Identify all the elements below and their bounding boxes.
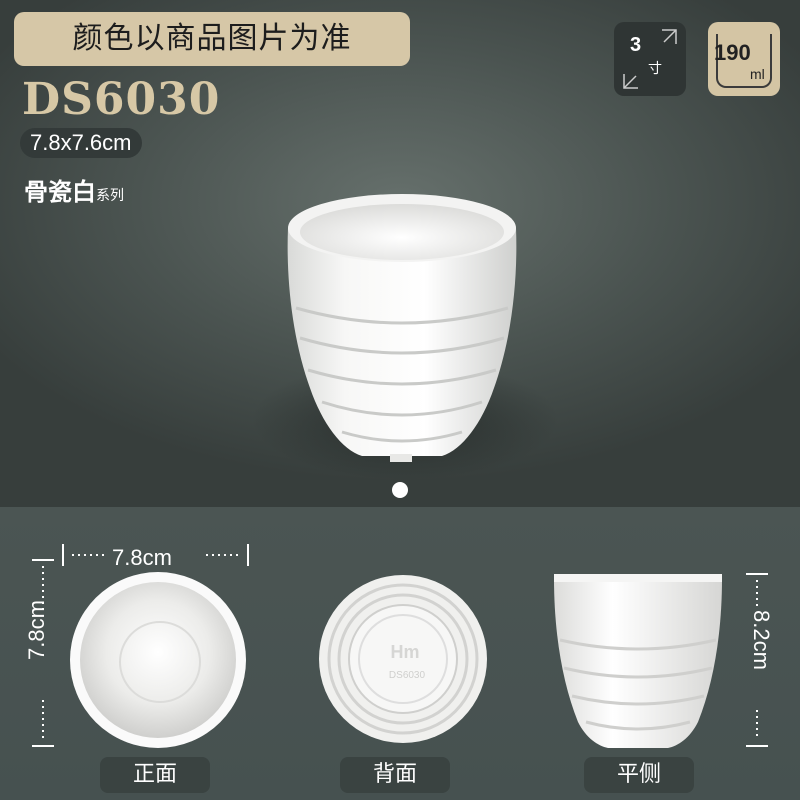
series-sub: 系列: [96, 188, 124, 204]
hero-cup-image: [287, 194, 517, 462]
side-view-image: [554, 574, 722, 748]
model-number: DS6030: [22, 74, 221, 125]
color-notice-banner: 颜色以商品图片为准: [14, 12, 410, 66]
back-stamp-logo: Hm: [390, 642, 420, 662]
size-badge-number: 3: [630, 34, 642, 56]
volume-badge-unit: ml: [750, 66, 765, 82]
size-badge-unit: 寸: [648, 61, 662, 77]
volume-badge: 190 ml: [708, 22, 780, 96]
size-badge: 3 寸: [614, 22, 686, 96]
side-view-caption: 平侧: [584, 757, 694, 793]
back-view-caption: 背面: [340, 757, 450, 793]
product-page: 颜色以商品图片为准 DS6030 7.8x7.6cm 骨瓷白系列 3 寸 190…: [0, 0, 800, 800]
side-height-label: 8.2cm: [749, 610, 774, 670]
size-pill: 7.8x7.6cm: [20, 128, 142, 158]
hero-area: 颜色以商品图片为准 DS6030 7.8x7.6cm 骨瓷白系列 3 寸 190…: [0, 0, 800, 507]
series-label: 骨瓷白系列: [24, 172, 124, 207]
back-stamp-code: DS6030: [388, 670, 426, 681]
volume-badge-number: 190: [714, 40, 751, 65]
front-height-label: 7.8cm: [24, 600, 49, 660]
front-view-image: [70, 572, 246, 748]
carousel-dot[interactable]: [392, 482, 408, 498]
series-main: 骨瓷白: [24, 177, 96, 206]
front-width-label: 7.8cm: [112, 545, 172, 570]
front-view-caption: 正面: [100, 757, 210, 793]
